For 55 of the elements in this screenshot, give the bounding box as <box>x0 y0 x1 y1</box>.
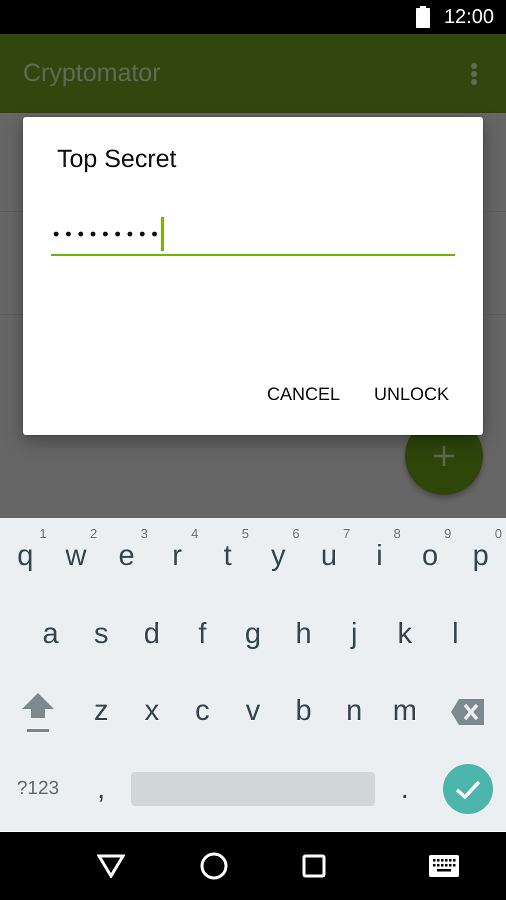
letter-key[interactable]: n <box>328 673 380 750</box>
letter-key[interactable]: t 5 <box>202 518 253 596</box>
key-hint: 3 <box>140 526 148 541</box>
letter-key[interactable]: g <box>228 596 278 673</box>
key-hint: 4 <box>191 526 198 541</box>
shift-arrow-icon <box>20 690 55 733</box>
letter-key[interactable]: x <box>126 673 178 750</box>
letter-key[interactable]: d <box>126 596 178 673</box>
letter-key[interactable]: h <box>278 596 329 673</box>
key-hint: 8 <box>394 526 401 541</box>
home-icon[interactable] <box>200 852 228 880</box>
dialog-button[interactable]: UNLOCK <box>354 374 455 415</box>
letter-key[interactable]: , <box>76 750 126 828</box>
backspace-icon <box>451 698 486 725</box>
letter-key[interactable]: w 2 <box>50 518 102 596</box>
letter-key[interactable]: m <box>379 673 430 750</box>
letter-key[interactable]: o 9 <box>404 518 456 596</box>
key-hint: 0 <box>494 526 502 541</box>
letter-key[interactable]: s <box>76 596 127 673</box>
battery-icon <box>416 6 430 28</box>
back-icon[interactable] <box>97 854 126 878</box>
letter-key[interactable]: c <box>177 673 228 750</box>
letter-key[interactable]: f <box>177 596 228 673</box>
key-hint: 2 <box>90 526 98 541</box>
app-title: Cryptomator <box>23 59 161 88</box>
letter-key[interactable]: l <box>430 596 481 673</box>
letter-key[interactable]: a <box>25 596 76 673</box>
recents-icon[interactable] <box>302 854 326 878</box>
letter-key[interactable]: q 1 <box>0 518 51 596</box>
key-hint: 9 <box>444 526 452 541</box>
key-hint: 1 <box>39 526 47 541</box>
letter-key[interactable]: k <box>379 596 430 673</box>
letter-key[interactable]: z <box>76 673 127 750</box>
clock: 12:00 <box>444 6 494 28</box>
letter-key[interactable]: b <box>278 673 329 750</box>
key-hint: 7 <box>342 526 350 541</box>
letter-key[interactable]: e 3 <box>101 518 152 596</box>
checkmark-icon <box>443 764 494 814</box>
key-hint: 5 <box>242 526 249 541</box>
letter-key[interactable]: u 7 <box>304 518 354 596</box>
letter-key[interactable]: p 0 <box>455 518 506 596</box>
dialog-title: Top Secret <box>57 145 178 174</box>
password-field[interactable]: ••••••••• <box>51 214 455 256</box>
letter-key[interactable]: y 6 <box>253 518 304 596</box>
letter-key[interactable]: . <box>380 750 430 828</box>
symbols-key[interactable]: ?123 <box>0 750 76 828</box>
letter-key[interactable]: j <box>328 596 380 673</box>
letter-key[interactable]: i 8 <box>354 518 405 596</box>
letter-key[interactable]: v <box>228 673 278 750</box>
key-hint: 6 <box>292 526 300 541</box>
keyboard-icon[interactable] <box>428 855 459 877</box>
dialog-button[interactable]: CANCEL <box>246 374 346 415</box>
text-cursor <box>160 217 164 251</box>
plus-icon <box>434 446 454 466</box>
letter-key[interactable]: r 4 <box>152 518 202 596</box>
